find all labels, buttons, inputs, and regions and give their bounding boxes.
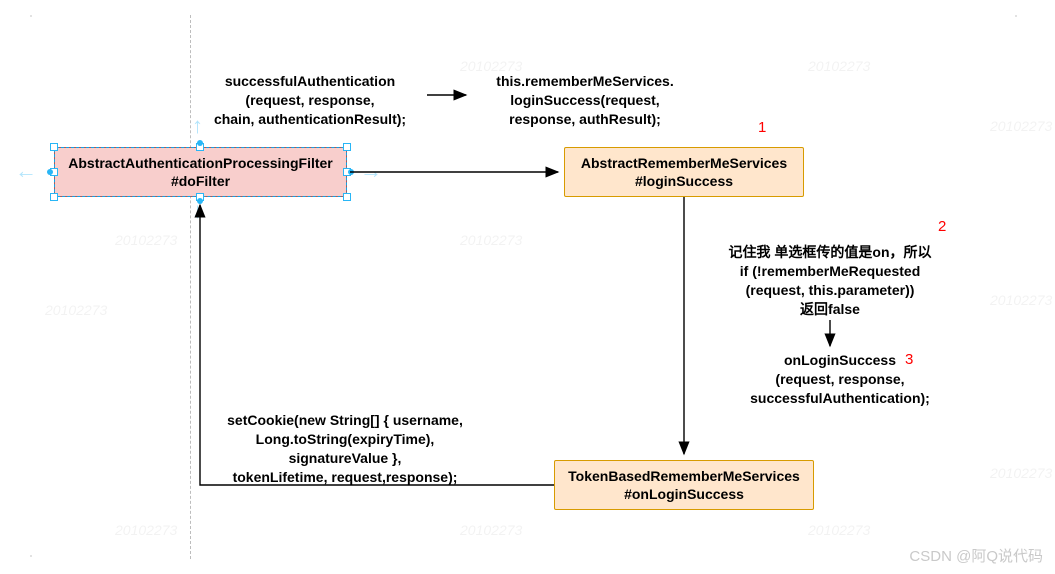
text-line: signatureValue }, [205,449,485,468]
text-line: (request, response, [735,370,945,389]
node-title: AbstractRememberMeServices [581,154,787,172]
node-subtitle: #onLoginSuccess [624,485,744,503]
connection-point[interactable] [348,169,354,175]
grid-dot [30,555,32,557]
text-line: (request, response, [200,91,420,110]
guide-line-vertical [190,15,191,559]
text-line: successfulAuthentication [200,72,420,91]
text-line: Long.toString(expiryTime), [205,430,485,449]
watermark: 20102273 [115,522,177,538]
connection-point[interactable] [197,140,203,146]
node-abstract-remember-me[interactable]: AbstractRememberMeServices #loginSuccess [564,147,804,197]
text-line: loginSuccess(request, [480,91,690,110]
watermark: 20102273 [990,292,1052,308]
grid-dot [30,15,32,17]
text-line: tokenLifetime, request,response); [205,468,485,487]
node-title: TokenBasedRememberMeServices [568,467,800,485]
direction-hint-down[interactable]: ↓ [192,200,203,222]
watermark: 20102273 [460,522,522,538]
text-line: this.rememberMeServices. [480,72,690,91]
text-line: chain, authenticationResult); [200,110,420,129]
label-setcookie: setCookie(new String[] { username, Long.… [205,411,485,487]
watermark: 20102273 [45,302,107,318]
text-line: if (!rememberMeRequested [700,262,960,281]
selection-handle[interactable] [343,193,351,201]
grid-dot [1015,15,1017,17]
watermark: 20102273 [990,465,1052,481]
text-line: (request, this.parameter)) [700,281,960,300]
label-remember-call: this.rememberMeServices. loginSuccess(re… [480,72,690,129]
watermark: 20102273 [115,232,177,248]
label-onlogin: onLoginSuccess (request, response, succe… [735,351,945,408]
watermark: 20102273 [990,118,1052,134]
text-line: setCookie(new String[] { username, [205,411,485,430]
text-line: successfulAuthentication); [735,389,945,408]
node-token-remember-me[interactable]: TokenBasedRememberMeServices #onLoginSuc… [554,460,814,510]
node-title: AbstractAuthenticationProcessingFilter [68,154,333,172]
label-if-block: 记住我 单选框传的值是on，所以 if (!rememberMeRequeste… [700,243,960,319]
text-line: response, authResult); [480,110,690,129]
watermark: 20102273 [808,522,870,538]
text-line: 返回false [700,300,960,319]
watermark: 20102273 [808,58,870,74]
direction-hint-left[interactable]: ← [15,160,37,182]
badge-3: 3 [905,351,913,368]
diagram-canvas[interactable]: 20102273 20102273 20102273 20102273 2010… [0,0,1055,574]
selection-handle[interactable] [50,193,58,201]
selection-handle[interactable] [50,143,58,151]
text-line: 记住我 单选框传的值是on，所以 [700,243,960,262]
label-successful-auth: successfulAuthentication (request, respo… [200,72,420,129]
connection-point[interactable] [47,169,53,175]
badge-1: 1 [758,119,766,136]
node-subtitle: #loginSuccess [635,172,733,190]
badge-2: 2 [938,218,946,235]
text-line: onLoginSuccess [735,351,945,370]
direction-hint-right[interactable]: → [360,160,382,182]
node-abstract-auth-filter[interactable]: AbstractAuthenticationProcessingFilter #… [54,147,347,197]
watermark: 20102273 [460,232,522,248]
node-subtitle: #doFilter [171,172,230,190]
selection-handle[interactable] [343,143,351,151]
credit-text: CSDN @阿Q说代码 [909,545,1043,566]
